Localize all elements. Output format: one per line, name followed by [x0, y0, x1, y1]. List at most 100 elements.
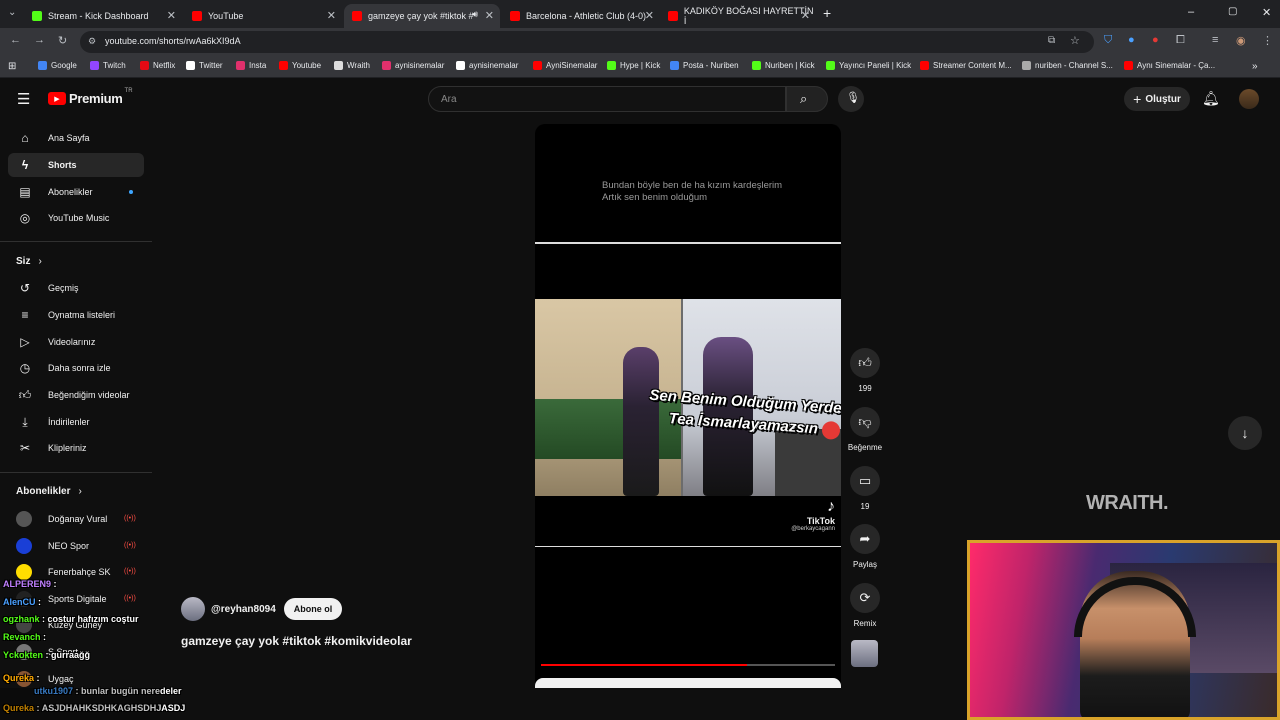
sidebar-item-subscriptions[interactable]: ▤ Abonelikler — [8, 180, 144, 204]
channel-name[interactable]: @reyhan8094 — [211, 604, 276, 615]
next-short-button[interactable]: ↓ — [1228, 416, 1262, 450]
new-tab-icon[interactable]: + — [823, 5, 831, 21]
account-avatar[interactable] — [1239, 89, 1259, 109]
extension-blue-icon[interactable]: ● — [1128, 34, 1135, 46]
youtube-favicon-icon — [192, 11, 202, 21]
sidebar-item-your-videos[interactable]: ▷ Videolarınız — [8, 330, 144, 354]
channel-avatar[interactable] — [181, 597, 205, 621]
close-tab-icon[interactable]: ✕ — [645, 9, 654, 22]
bookmark-item[interactable]: Yayıncı Paneli | Kick — [826, 61, 911, 70]
bookmark-item[interactable]: aynisinemalar — [382, 61, 444, 70]
bookmark-item[interactable]: nuriben - Channel S... — [1022, 61, 1113, 70]
more-bookmarks-icon[interactable]: » — [1252, 61, 1258, 72]
progress-track[interactable] — [541, 664, 835, 666]
close-tab-icon[interactable]: ✕ — [327, 9, 336, 22]
like-button[interactable]: 👍︎ — [850, 348, 880, 378]
subscription-item[interactable]: NEO Spor — [16, 537, 89, 554]
url-text[interactable]: youtube.com/shorts/rwAa6kXI9dA — [105, 36, 241, 46]
live-indicator-icon: ((•)) — [124, 541, 136, 549]
you-section-title[interactable]: Siz › — [16, 256, 42, 267]
bookmark-item[interactable]: Hype | Kick — [607, 61, 660, 70]
close-tab-icon[interactable]: ✕ — [167, 9, 176, 22]
notifications-bell-icon[interactable]: 🔔︎ — [1202, 90, 1220, 107]
sidebar-item-playlists[interactable]: ≡ Oynatma listeleri — [8, 303, 144, 327]
subscribe-button[interactable]: Abone ol — [283, 598, 343, 620]
create-button[interactable]: + Oluştur — [1124, 87, 1190, 111]
bookmark-item[interactable]: Netflix — [140, 61, 175, 70]
bookmark-item[interactable]: Twitch — [90, 61, 126, 70]
forward-icon[interactable]: → — [34, 34, 45, 46]
search-input[interactable]: Ara — [428, 86, 786, 112]
youtube-premium-logo[interactable]: ▶ Premium TR — [48, 88, 133, 106]
dislike-button[interactable]: 👎︎ — [850, 407, 880, 437]
sidebar-item-clips[interactable]: ✂ Klipleriniz — [8, 436, 144, 460]
tab-barcelona-athletic[interactable]: Barcelona - Athletic Club (4-0) ✕ — [502, 4, 660, 28]
bookmark-item[interactable]: Insta — [236, 61, 266, 70]
bookmark-item[interactable]: Google — [38, 61, 77, 70]
back-icon[interactable]: ← — [10, 34, 21, 46]
browser-menu-icon[interactable]: ⋮ — [1262, 34, 1273, 47]
close-tab-icon[interactable]: ✕ — [485, 9, 494, 22]
short-title[interactable]: gamzeye çay yok #tiktok #komikvideolar — [181, 634, 412, 648]
sidebar-item-downloads[interactable]: ⤓ İndirilenler — [8, 410, 144, 434]
next-short-preview[interactable] — [535, 678, 841, 688]
sidebar-item-watch-later[interactable]: ◷ Daha sonra izle — [8, 356, 144, 380]
bookmark-item[interactable]: Youtube — [279, 61, 321, 70]
sidebar-item-home[interactable]: ⌂ Ana Sayfa — [8, 126, 144, 150]
bookmark-item[interactable]: Twitter — [186, 61, 223, 70]
tab-kadikoy-bogasi[interactable]: KADIKÖY BOĞASI HAYRETTİN İ ✕ — [660, 4, 816, 28]
subscriptions-section-title[interactable]: Abonelikler › — [16, 486, 82, 497]
apps-grid-icon[interactable]: ⊞ — [8, 61, 16, 72]
media-controls-icon[interactable]: ≡ — [1212, 34, 1218, 46]
profile-icon[interactable]: ◉ — [1236, 34, 1246, 47]
sidebar-item-shorts[interactable]: ϟ Shorts — [8, 153, 144, 177]
share-button[interactable]: ➦ — [850, 524, 880, 554]
cast-icon[interactable]: ⧉ — [1048, 35, 1055, 46]
stream-watermark: WRAITH. — [1086, 492, 1169, 514]
reload-icon[interactable]: ↻ — [58, 34, 67, 47]
close-tab-icon[interactable]: ✕ — [801, 9, 810, 22]
subscription-item[interactable]: Fenerbahçe SK — [16, 564, 111, 581]
remix-button[interactable]: ⟳ — [850, 583, 880, 613]
bookmark-item[interactable]: Posta - Nuriben — [670, 61, 739, 70]
bookmark-item[interactable]: aynisinemalar — [456, 61, 518, 70]
extension-shield-icon[interactable]: ⛉ — [1104, 34, 1112, 47]
bookmark-favicon-icon — [1124, 61, 1133, 70]
bookmark-item[interactable]: Wraith — [334, 61, 370, 70]
bookmark-star-icon[interactable]: ☆ — [1070, 34, 1080, 47]
youtube-favicon-icon — [352, 11, 362, 21]
tab-current-short[interactable]: gamzeye çay yok #tiktok # 🔊︎ ✕ — [344, 4, 500, 28]
site-info-icon[interactable]: ⚙ — [88, 36, 96, 47]
sound-thumbnail[interactable] — [851, 640, 878, 667]
maximize-icon[interactable]: ▢ — [1228, 6, 1237, 17]
window-close-icon[interactable]: ✕ — [1262, 6, 1271, 19]
tab-kick-dashboard[interactable]: Stream - Kick Dashboard ✕ — [24, 4, 182, 28]
minimize-icon[interactable]: – — [1188, 6, 1194, 18]
comments-button[interactable]: ▭ — [850, 466, 880, 496]
subscription-item[interactable]: Doğanay Vural — [16, 511, 107, 527]
bookmark-item[interactable]: AyniSinemalar — [533, 61, 597, 70]
bookmark-item[interactable]: Nuriben | Kick — [752, 61, 815, 70]
tab-youtube[interactable]: YouTube ✕ — [184, 4, 342, 28]
live-indicator-icon: ((•)) — [124, 568, 136, 576]
tab-search-icon[interactable]: ⌄ — [8, 7, 16, 18]
extensions-puzzle-icon[interactable]: ⧠ — [1176, 34, 1185, 47]
sidebar-item-youtube-music[interactable]: ◎ YouTube Music — [8, 206, 144, 230]
address-bar[interactable]: ⚙ youtube.com/shorts/rwAa6kXI9dA ⧉ ☆ — [80, 31, 1094, 53]
thumbs-down-icon: 👎︎ — [858, 414, 872, 429]
frame-divider-top — [535, 242, 841, 244]
audio-playing-icon[interactable]: 🔊︎ — [472, 9, 478, 20]
hamburger-menu-icon[interactable]: ☰ — [17, 90, 30, 108]
chevron-right-icon: › — [78, 486, 82, 497]
chat-message: Revanch : — [3, 632, 47, 642]
sidebar-item-history[interactable]: ↺ Geçmiş — [8, 276, 144, 300]
shorts-player[interactable]: Bundan böyle ben de ha kızım kardeşlerim… — [535, 124, 841, 684]
sidebar-item-liked-videos[interactable]: 👍︎ Beğendiğim videolar — [8, 383, 144, 407]
divider — [0, 241, 152, 242]
search-button[interactable]: ⌕ — [786, 86, 828, 112]
bookmark-favicon-icon — [334, 61, 343, 70]
bookmark-item[interactable]: Streamer Content M... — [920, 61, 1012, 70]
extension-red-icon[interactable]: ● — [1152, 34, 1159, 46]
bookmark-item[interactable]: Aynı Sinemalar - Ça... — [1124, 61, 1215, 70]
voice-search-button[interactable]: 🎙︎ — [838, 86, 864, 112]
